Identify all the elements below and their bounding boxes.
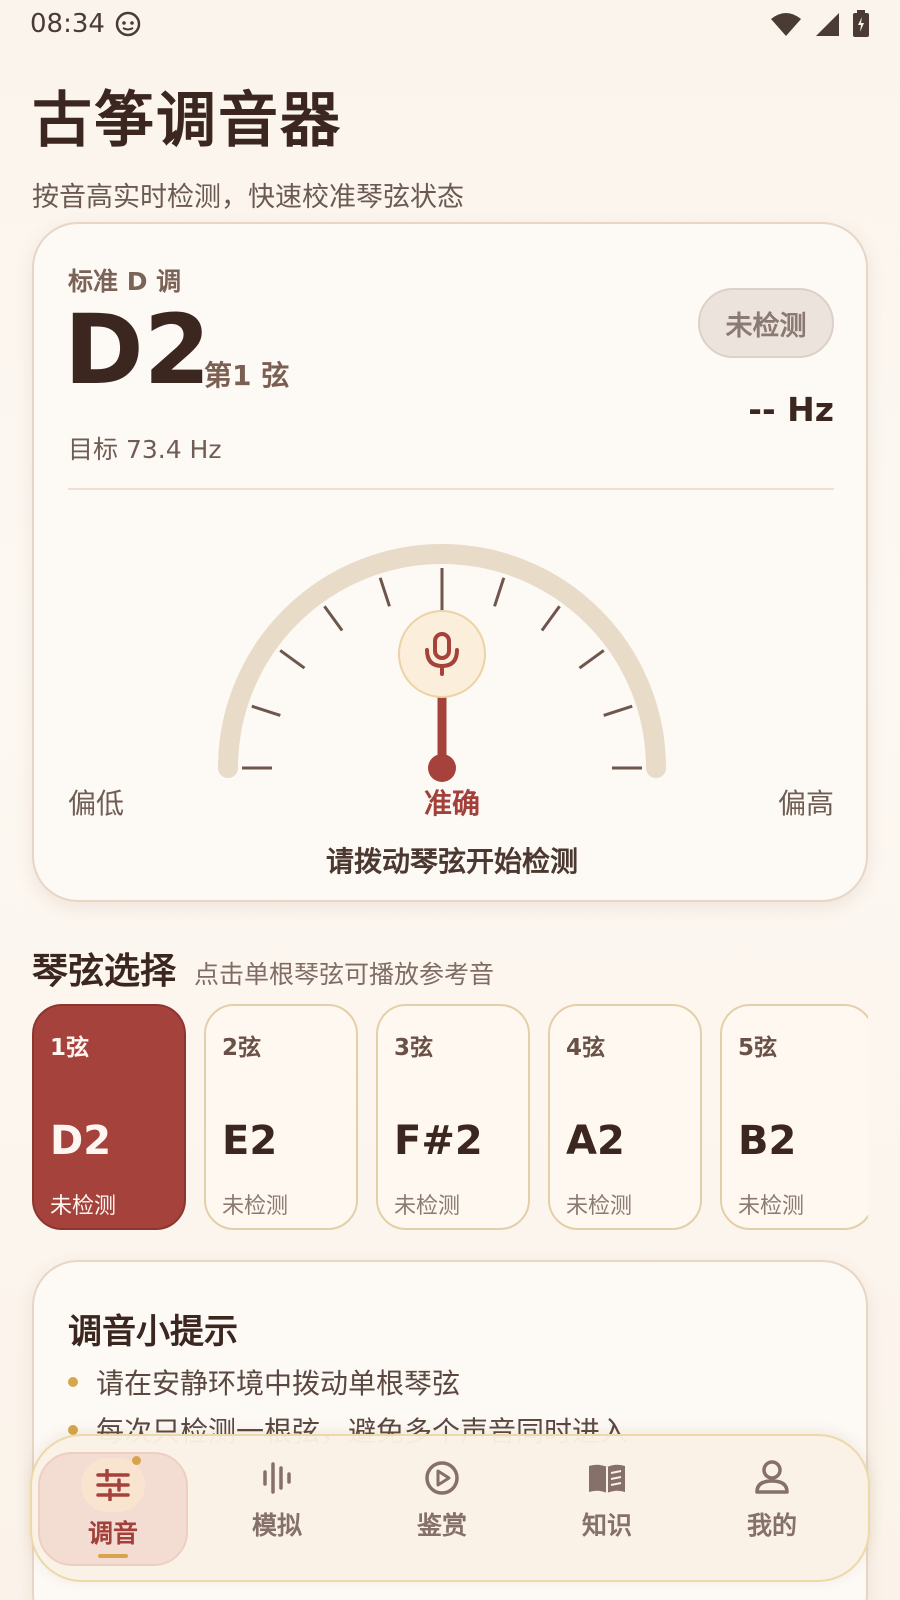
strings-hint: 点击单根琴弦可播放参考音	[194, 960, 495, 989]
nav-label: 知识	[581, 1511, 632, 1540]
string-state: 未检测	[738, 1194, 805, 1219]
page-title: 古筝调音器	[32, 86, 342, 156]
notification-icon	[115, 11, 141, 37]
tips-title: 调音小提示	[68, 1312, 238, 1352]
gauge-tick	[279, 649, 306, 670]
nav-tab-appreciate[interactable]: 鉴赏	[367, 1452, 517, 1566]
notification-dot	[132, 1456, 141, 1465]
string-number: 4弦	[566, 1035, 606, 1061]
gauge-tick	[493, 577, 506, 607]
string-note: E2	[222, 1118, 278, 1164]
nav-tab-knowledge[interactable]: 知识	[532, 1452, 682, 1566]
string-state: 未检测	[222, 1194, 289, 1219]
gauge-tick	[603, 704, 633, 717]
string-card-1[interactable]: 1弦 D2 未检测	[32, 1004, 186, 1230]
in-tune-label: 准确	[423, 787, 480, 820]
nav-active-icon-bg	[81, 1456, 145, 1512]
string-number: 5弦	[738, 1035, 778, 1061]
nav-label: 我的	[746, 1511, 797, 1540]
mic-button-bg	[398, 610, 486, 698]
nav-tab-tune[interactable]: 调音	[38, 1452, 188, 1566]
sharp-label: 偏高	[777, 787, 834, 820]
nav-label: 调音	[87, 1519, 138, 1548]
strings-title: 琴弦选择	[32, 951, 177, 992]
strings-header: 琴弦选择 点击单根琴弦可播放参考音	[32, 942, 494, 994]
status-time: 08:34	[30, 9, 105, 39]
string-number: 2弦	[222, 1035, 262, 1061]
gauge-tick	[251, 704, 281, 717]
tuner-card: 标准 D 调 D2 第1 弦 目标 73.4 Hz 未检测 -- Hz 偏低 准…	[32, 222, 868, 902]
nav-label: 鉴赏	[416, 1511, 467, 1540]
frequency-readout: -- Hz	[748, 390, 834, 429]
strings-list[interactable]: 1弦 D2 未检测 2弦 E2 未检测 3弦 F#2 未检测 4弦 A2 未检测…	[32, 1004, 868, 1232]
nav-label: 模拟	[251, 1511, 302, 1540]
page-subtitle: 按音高实时检测，快速校准琴弦状态	[32, 182, 464, 213]
string-state: 未检测	[566, 1194, 633, 1219]
current-string-label: 第1 弦	[204, 359, 290, 392]
user-icon	[755, 1460, 789, 1494]
string-note: B2	[738, 1118, 797, 1164]
tuning-gauge	[218, 544, 666, 782]
gauge-tick	[578, 649, 605, 670]
gauge-tick	[378, 577, 391, 607]
string-note: A2	[566, 1118, 625, 1164]
target-frequency: 目标 73.4 Hz	[68, 435, 222, 464]
gauge-tick	[540, 605, 561, 632]
string-note: F#2	[394, 1118, 483, 1164]
string-card-2[interactable]: 2弦 E2 未检测	[204, 1004, 358, 1230]
string-state: 未检测	[394, 1194, 461, 1219]
tip-text: 请在安静环境中拨动单根琴弦	[96, 1367, 461, 1400]
header: 古筝调音器 按音高实时检测，快速校准琴弦状态	[32, 72, 464, 214]
status-left: 08:34	[30, 9, 141, 39]
string-state: 未检测	[50, 1194, 117, 1219]
string-number: 3弦	[394, 1035, 434, 1061]
wifi-icon	[771, 13, 801, 36]
play-circle-icon	[425, 1461, 459, 1495]
current-note: D2	[64, 294, 211, 406]
string-number: 1弦	[50, 1035, 90, 1061]
tuning-mode-label: 标准 D 调	[68, 267, 182, 296]
nav-tab-profile[interactable]: 我的	[697, 1452, 847, 1566]
status-bar: 08:34	[0, 0, 900, 48]
string-card-5[interactable]: 5弦 B2 未检测	[720, 1004, 868, 1230]
detection-prompt: 请拨动琴弦开始检测	[325, 845, 578, 878]
string-card-4[interactable]: 4弦 A2 未检测	[548, 1004, 702, 1230]
active-indicator	[98, 1554, 128, 1558]
bullet-icon	[68, 1377, 78, 1387]
gauge-tick	[323, 605, 344, 632]
string-note: D2	[50, 1118, 112, 1164]
detection-status-badge: 未检测	[698, 288, 834, 358]
status-right	[770, 10, 870, 38]
bottom-nav: 调音 模拟 鉴赏 知识 我的	[30, 1434, 870, 1582]
card-divider	[68, 488, 834, 490]
battery-icon	[853, 10, 869, 37]
needle-pivot	[428, 754, 456, 782]
waveform-icon	[263, 1462, 291, 1494]
sliders-icon	[96, 1469, 130, 1501]
tip-item: 请在安静环境中拨动单根琴弦	[68, 1362, 460, 1402]
book-icon	[589, 1464, 625, 1493]
nav-tab-simulate[interactable]: 模拟	[202, 1452, 352, 1566]
signal-icon	[816, 13, 839, 36]
string-card-3[interactable]: 3弦 F#2 未检测	[376, 1004, 530, 1230]
